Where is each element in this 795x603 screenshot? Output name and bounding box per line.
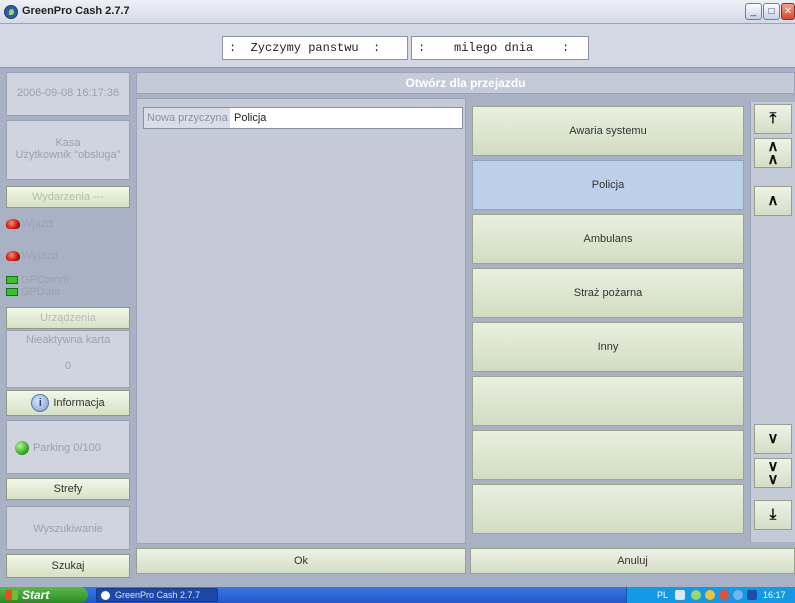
reason-value: Policja <box>234 112 267 124</box>
taskbar-app-button[interactable]: GreenPro Cash 2.7.7 <box>96 588 218 602</box>
close-button[interactable]: ✕ <box>781 3 795 20</box>
reason-label: Nowa przyczyna <box>144 108 230 128</box>
minimize-button[interactable]: _ <box>745 3 762 20</box>
datetime-panel: 2006-09-08 16:17:36 <box>6 72 130 116</box>
entry-label: Wjazd <box>22 218 53 230</box>
device-label: GPComm <box>21 274 70 286</box>
app-window: GreenPro Cash 2.7.7 _ □ ✕ : Zyczymy pans… <box>0 0 795 587</box>
user-name: Użytkownik "obsluga" <box>15 149 121 161</box>
line-up-icon[interactable]: ∧ <box>754 186 792 216</box>
reason-option[interactable]: Ambulans <box>472 214 744 264</box>
device-status-1: GPComm <box>6 274 69 286</box>
message-right: : milego dnia : <box>411 36 589 60</box>
card-count: 0 <box>64 360 72 372</box>
card-panel: Nieaktywna karta 0 <box>6 330 130 388</box>
volume-icon[interactable] <box>733 590 743 600</box>
reason-field[interactable]: Nowa przyczyna Policja <box>143 107 463 129</box>
green-lamp-icon <box>15 441 29 455</box>
start-button[interactable]: Start <box>0 587 88 603</box>
device-status-2: GPData <box>6 286 60 298</box>
parking-status: Parking 0/100 <box>15 441 101 455</box>
reason-option[interactable] <box>472 376 744 426</box>
exit-status: Wyjazd <box>6 250 58 262</box>
info-icon: i <box>31 394 50 413</box>
main-panel: Otwórz dla przejazdu Nowa przyczyna Poli… <box>136 72 795 580</box>
devices-button[interactable]: Urządzenia <box>6 307 130 329</box>
windows-logo-icon <box>6 590 18 600</box>
card-label: Nieaktywna karta <box>25 334 111 346</box>
page-title: Otwórz dla przejazdu <box>136 72 795 94</box>
reason-pane: Nowa przyczyna Policja <box>136 98 466 544</box>
taskbar: Start GreenPro Cash 2.7.7 PL 16:17 <box>0 587 795 603</box>
keyboard-icon[interactable] <box>675 590 685 600</box>
reason-option[interactable] <box>472 430 744 480</box>
search-button[interactable]: Szukaj <box>6 554 130 578</box>
alert-icon[interactable] <box>719 590 729 600</box>
info-label: Informacja <box>53 397 105 409</box>
cancel-button[interactable]: Anuluj <box>470 548 795 574</box>
app-logo-icon <box>4 5 18 19</box>
message-bar: : Zyczymy panstwu : : milego dnia : <box>0 24 795 68</box>
datetime: 2006-09-08 16:17:36 <box>16 87 120 99</box>
maximize-button[interactable]: □ <box>763 3 780 20</box>
window-title: GreenPro Cash 2.7.7 <box>22 5 130 17</box>
reason-option[interactable] <box>472 484 744 534</box>
reason-option[interactable]: Policja <box>472 160 744 210</box>
monitor-icon[interactable] <box>747 590 757 600</box>
entry-status: Wjazd <box>6 218 53 230</box>
taskbar-app-label: GreenPro Cash 2.7.7 <box>115 590 201 600</box>
alarm-lamp-icon <box>6 219 20 230</box>
language-indicator[interactable]: PL <box>657 587 668 603</box>
title-bar: GreenPro Cash 2.7.7 _ □ ✕ <box>0 0 795 24</box>
device-label: GPData <box>21 286 61 298</box>
message-left: : Zyczymy panstwu : <box>222 36 408 60</box>
zones-button[interactable]: Strefy <box>6 478 130 500</box>
station-name: Kasa <box>55 137 81 149</box>
search-panel: Wyszukiwanie <box>6 506 130 550</box>
events-button[interactable]: Wydarzenia --- <box>6 186 130 208</box>
scroll-bottom-icon[interactable]: ⤓ <box>754 500 792 530</box>
app-logo-icon <box>101 591 110 600</box>
reason-option[interactable]: Inny <box>472 322 744 372</box>
reason-option[interactable]: Awaria systemu <box>472 106 744 156</box>
reason-option[interactable]: Straż pożarna <box>472 268 744 318</box>
ok-button[interactable]: Ok <box>136 548 466 574</box>
search-label: Wyszukiwanie <box>33 523 103 535</box>
sidebar: 2006-09-08 16:17:36 Kasa Użytkownik "obs… <box>6 72 131 580</box>
start-label: Start <box>22 588 50 602</box>
info-button[interactable]: i Informacja <box>6 390 130 416</box>
parking-panel: Parking 0/100 <box>6 420 130 474</box>
page-up-icon[interactable]: ∧ ∧ <box>754 138 792 168</box>
status-panel: Wjazd Wyjazd GPComm GPData <box>6 212 130 308</box>
led-icon <box>6 288 18 297</box>
system-tray: PL 16:17 <box>626 587 795 603</box>
scroll-top-icon[interactable]: ⤒ <box>754 104 792 134</box>
clock[interactable]: 16:17 <box>763 587 786 603</box>
network-icon[interactable] <box>691 590 701 600</box>
line-down-icon[interactable]: ∨ <box>754 424 792 454</box>
parking-label: Parking 0/100 <box>33 441 101 454</box>
security-icon[interactable] <box>705 590 715 600</box>
user-panel: Kasa Użytkownik "obsluga" <box>6 120 130 180</box>
led-icon <box>6 276 18 285</box>
exit-label: Wyjazd <box>22 250 58 262</box>
alarm-lamp-icon <box>6 251 20 262</box>
page-down-icon[interactable]: ∨ ∨ <box>754 458 792 488</box>
list-scrollbar: ⤒ ∧ ∧ ∧ ∨ ∨ ∨ ⤓ <box>750 102 795 542</box>
